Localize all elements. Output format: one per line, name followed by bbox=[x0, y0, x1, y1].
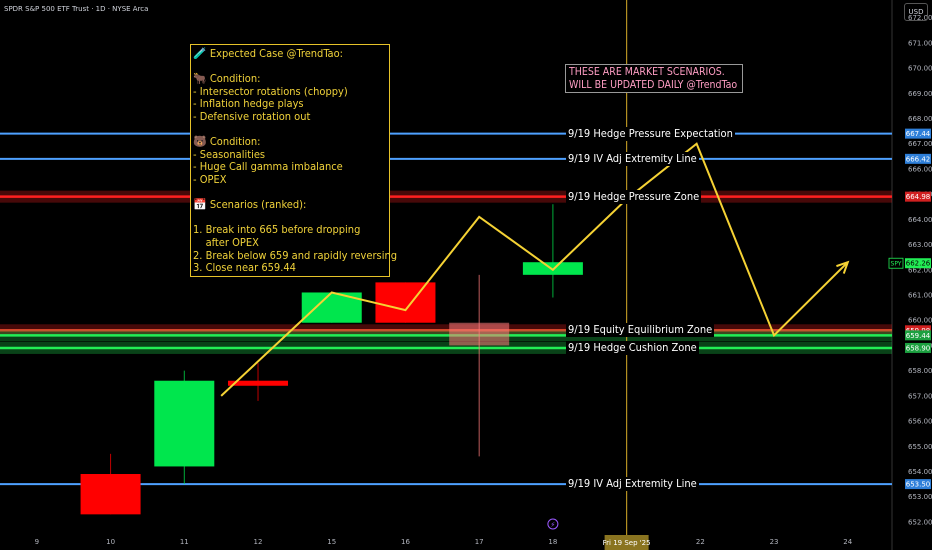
y-tick-label: 661.00 bbox=[908, 291, 932, 299]
bear-condition-2: - Huge Call gamma imbalance bbox=[193, 160, 343, 174]
bull-condition-2: - Inflation hedge plays bbox=[193, 97, 304, 111]
level-price-text: 653.50 bbox=[906, 481, 931, 489]
x-tick-label: 22 bbox=[696, 538, 705, 546]
bear-condition-3: - OPEX bbox=[193, 172, 227, 186]
bear-icon: 🐻 bbox=[193, 135, 207, 149]
expected-case-note: 🧪 Expected Case @TrendTao: 🐂 Condition: … bbox=[190, 44, 397, 277]
test-tube-icon: 🧪 bbox=[193, 47, 207, 60]
x-tick-label: 11 bbox=[180, 538, 189, 546]
y-tick-label: 669.00 bbox=[908, 90, 932, 98]
x-tick-label: 24 bbox=[843, 538, 852, 546]
scenario-1: 1. Break into 665 before dropping bbox=[193, 223, 361, 237]
level-price-text: 659.44 bbox=[906, 332, 931, 340]
x-tick-label: 17 bbox=[475, 538, 484, 546]
scenarios-title: Scenarios (ranked): bbox=[209, 198, 307, 212]
y-tick-label: 660.00 bbox=[908, 317, 932, 325]
y-tick-label: 653.00 bbox=[908, 493, 932, 501]
level-label-5: 9/19 Hedge Cushion Zone bbox=[566, 340, 699, 355]
y-tick-label: 657.00 bbox=[908, 392, 932, 400]
x-tick-label: 23 bbox=[770, 538, 779, 546]
calendar-icon: 📅 bbox=[193, 198, 207, 212]
x-tick-label: 12 bbox=[254, 538, 263, 546]
bull-condition-title: Condition: bbox=[209, 72, 261, 86]
y-tick-label: 654.00 bbox=[908, 468, 932, 476]
x-tick-label: 9 bbox=[35, 538, 39, 546]
y-tick-label: 670.00 bbox=[908, 65, 932, 73]
x-tick-label: 18 bbox=[548, 538, 557, 546]
price-chart[interactable]: 672.00671.00670.00669.00668.00667.00666.… bbox=[0, 0, 932, 550]
y-tick-label: 664.00 bbox=[908, 216, 932, 224]
y-tick-label: 652.00 bbox=[908, 518, 932, 526]
bear-condition-1: - Seasonalities bbox=[193, 147, 266, 161]
banner-line-1: THESE ARE MARKET SCENARIOS. bbox=[569, 66, 725, 78]
level-price-text: 658.90 bbox=[906, 344, 931, 352]
scenario-1-cont: after OPEX bbox=[193, 235, 259, 249]
bull-condition-1: - Intersector rotations (choppy) bbox=[193, 84, 348, 98]
scenario-banner: THESE ARE MARKET SCENARIOS. WILL BE UPDA… bbox=[565, 64, 743, 93]
level-label-1: 9/19 IV Adj Extremity Line bbox=[566, 151, 699, 166]
current-date-label: Fri 19 Sep '25 bbox=[603, 539, 651, 547]
currency-button[interactable]: USD bbox=[904, 3, 928, 21]
ox-icon: 🐂 bbox=[193, 72, 207, 86]
y-tick-label: 656.00 bbox=[908, 418, 932, 426]
symbol-tag-text: SPY bbox=[891, 261, 902, 268]
level-label-6: 9/19 IV Adj Extremity Line bbox=[566, 477, 699, 492]
y-tick-label: 671.00 bbox=[908, 39, 932, 47]
scenario-3: 3. Close near 659.44 bbox=[193, 261, 296, 275]
candle-body-4[interactable] bbox=[375, 282, 436, 323]
scenario-2: 2. Break below 659 and rapidly reversing bbox=[193, 248, 398, 262]
level-price-text: 667.44 bbox=[906, 130, 931, 138]
banner-line-2: WILL BE UPDATED DAILY @TrendTao bbox=[569, 79, 738, 91]
lightning-icon-glyph: ⚡ bbox=[550, 521, 555, 529]
level-price-text: 666.42 bbox=[906, 155, 931, 163]
y-tick-label: 658.00 bbox=[908, 367, 932, 375]
y-tick-label: 668.00 bbox=[908, 115, 932, 123]
bear-condition-title: Condition: bbox=[209, 135, 261, 149]
y-tick-label: 667.00 bbox=[908, 140, 932, 148]
bull-condition-3: - Defensive rotation out bbox=[193, 109, 311, 123]
y-tick-label: 663.00 bbox=[908, 241, 932, 249]
level-price-text: 664.98 bbox=[906, 193, 931, 201]
level-label-0: 9/19 Hedge Pressure Expectation bbox=[566, 126, 735, 141]
candle-body-5[interactable] bbox=[449, 322, 510, 346]
y-tick-label: 666.00 bbox=[908, 165, 932, 173]
symbol-title[interactable]: SPDR S&P 500 ETF Trust · 1D · NYSE Arca bbox=[4, 5, 148, 13]
case-title: Expected Case @TrendTao: bbox=[209, 47, 344, 60]
level-label-2: 9/19 Hedge Pressure Zone bbox=[566, 189, 702, 204]
x-tick-label: 16 bbox=[401, 538, 410, 546]
current-price-text: 662.26 bbox=[906, 260, 931, 268]
level-label-3: 9/19 Equity Equilibrium Zone bbox=[566, 323, 715, 338]
x-tick-label: 15 bbox=[327, 538, 336, 546]
x-tick-label: 10 bbox=[106, 538, 115, 546]
candle-body-1[interactable] bbox=[154, 380, 215, 467]
candle-body-0[interactable] bbox=[80, 474, 141, 515]
y-tick-label: 655.00 bbox=[908, 443, 932, 451]
